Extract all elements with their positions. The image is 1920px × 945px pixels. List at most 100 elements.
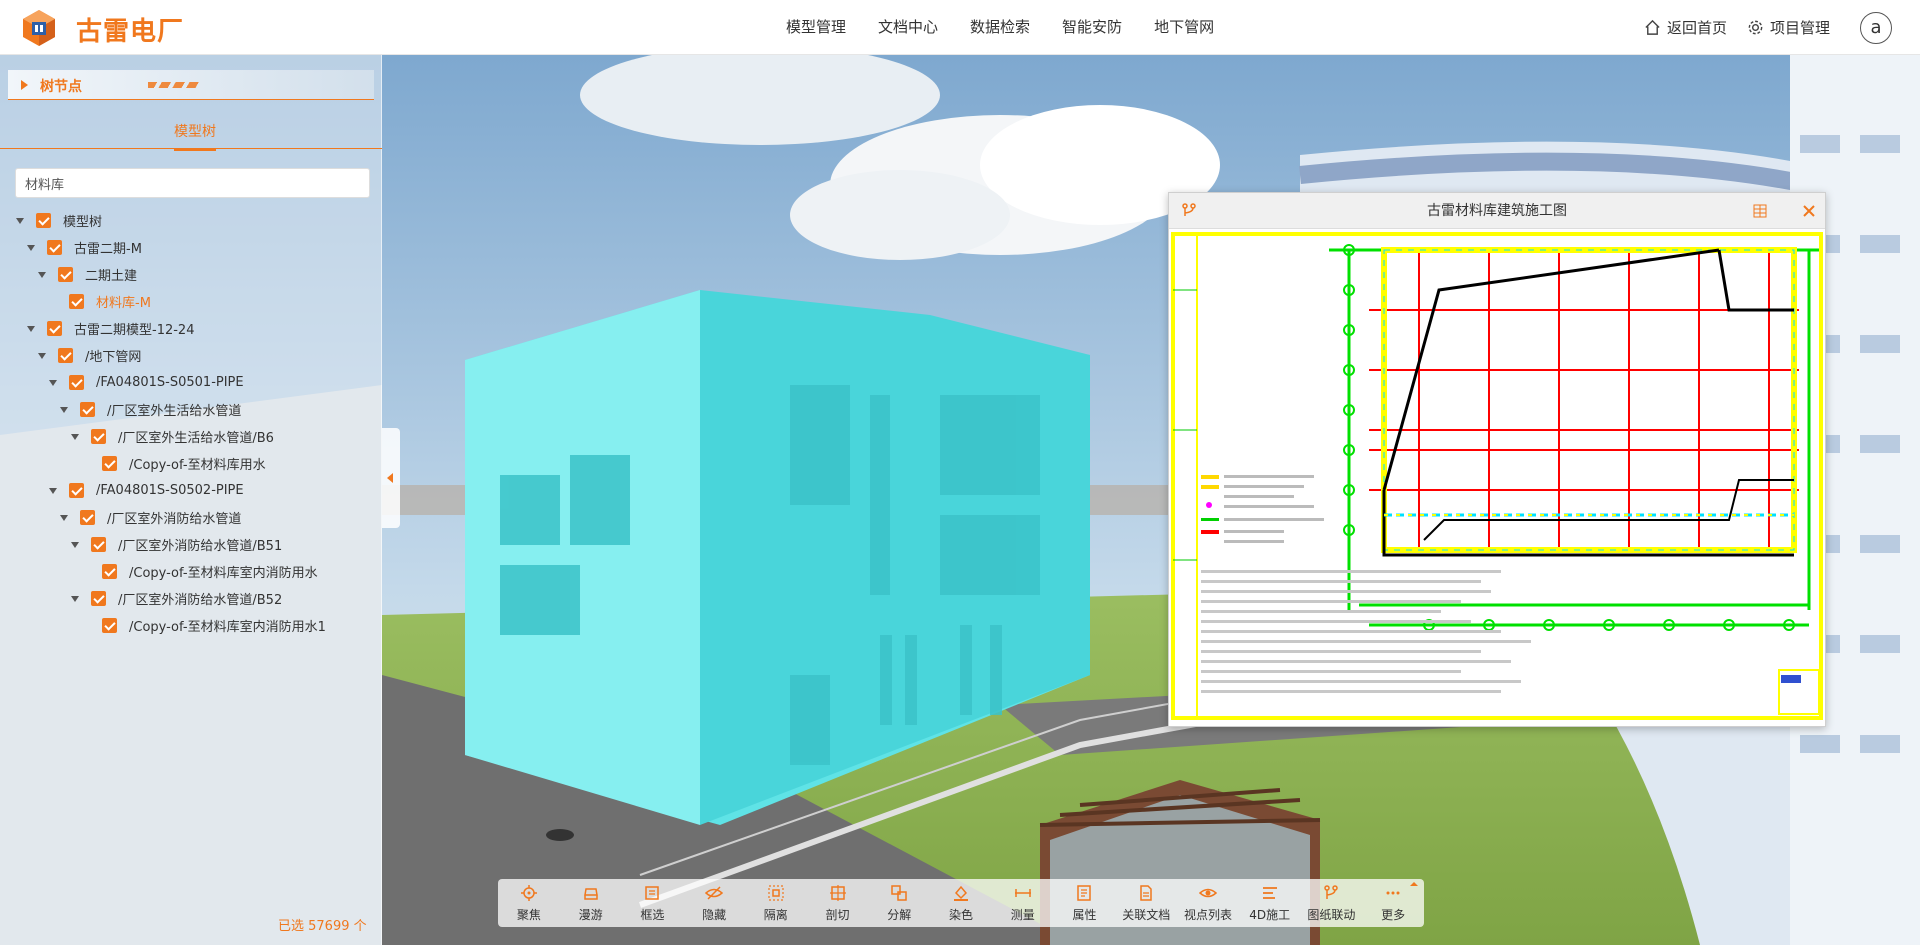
tree-item[interactable]: /FA04801S-S0501-PIPE — [49, 369, 244, 396]
tree-item[interactable]: /Copy-of-至材料库用水 — [82, 450, 266, 477]
viewpoint-list-button[interactable]: 视点列表 — [1177, 879, 1239, 927]
hide-button[interactable]: 隐藏 — [683, 879, 745, 927]
checkbox[interactable] — [69, 375, 84, 390]
tree-item[interactable]: /FA04801S-S0502-PIPE — [49, 477, 244, 504]
checkbox[interactable] — [91, 429, 106, 444]
chevron-down-icon[interactable] — [71, 595, 79, 602]
project-management-label: 项目管理 — [1769, 19, 1830, 37]
chevron-down-icon[interactable] — [49, 487, 57, 494]
drawing-link-button[interactable]: 图纸联动 — [1301, 879, 1363, 927]
tab-model-tree[interactable]: 模型树 — [174, 121, 216, 151]
app-title: 古雷电厂 — [76, 17, 185, 47]
panel-collapse-button[interactable] — [382, 428, 400, 528]
checkbox[interactable] — [36, 213, 51, 228]
tree-item[interactable]: 古雷二期模型-12-24 — [27, 315, 194, 342]
tree-item[interactable]: /厂区室外生活给水管道/B6 — [71, 423, 274, 450]
nav-underground-pipes[interactable]: 地下管网 — [1138, 0, 1230, 55]
app-logo-icon — [23, 10, 55, 46]
checkbox[interactable] — [80, 510, 95, 525]
chevron-down-icon[interactable] — [27, 244, 35, 251]
section-icon — [829, 884, 846, 901]
box-select-button[interactable]: 框选 — [621, 879, 683, 927]
chevron-down-icon[interactable] — [60, 514, 68, 521]
tree-item-label: /Copy-of-至材料库用水 — [129, 458, 266, 473]
tree-node-header[interactable]: 树节点 — [8, 70, 374, 100]
tree-item[interactable]: /地下管网 — [38, 342, 141, 369]
home-icon — [1645, 19, 1660, 35]
chevron-down-icon[interactable] — [60, 406, 68, 413]
nav-document-center[interactable]: 文档中心 — [862, 0, 954, 55]
tool-label: 隐藏 — [702, 907, 727, 922]
tree-item[interactable]: /厂区室外消防给水管道/B52 — [71, 585, 282, 612]
chevron-down-icon[interactable] — [27, 325, 35, 332]
checkbox[interactable] — [91, 537, 106, 552]
tool-label: 更多 — [1381, 907, 1406, 922]
chevron-down-icon[interactable] — [38, 352, 46, 359]
checkbox[interactable] — [47, 240, 62, 255]
roam-button[interactable]: 漫游 — [560, 879, 622, 927]
properties-button[interactable]: 属性 — [1054, 879, 1116, 927]
drawing-viewer-window[interactable]: 古雷材料库建筑施工图 — [1168, 192, 1826, 727]
checkbox[interactable] — [58, 348, 73, 363]
tree-item[interactable]: /厂区室外消防给水管道 — [60, 504, 241, 531]
explode-button[interactable]: 分解 — [868, 879, 930, 927]
tree-search-input[interactable] — [15, 168, 370, 198]
ruler-icon — [1014, 888, 1031, 897]
drawing-window-header[interactable]: 古雷材料库建筑施工图 — [1169, 193, 1825, 229]
checkbox[interactable] — [102, 564, 117, 579]
checkbox[interactable] — [69, 483, 84, 498]
tree-item-label: 模型树 — [63, 215, 103, 230]
tree-item[interactable]: 二期土建 — [38, 261, 137, 288]
4d-construction-button[interactable]: 4D施工 — [1239, 879, 1301, 927]
close-icon[interactable] — [1801, 203, 1817, 219]
isolate-button[interactable]: 隔离 — [745, 879, 807, 927]
model-tree-panel: 树节点 模型树 模型树 古雷二期-M 二期土建 材料库-M — [0, 55, 382, 945]
nav-smart-security[interactable]: 智能安防 — [1046, 0, 1138, 55]
tree-item-label: 二期土建 — [85, 269, 138, 284]
tree-item-selected[interactable]: 材料库-M — [49, 288, 151, 315]
related-docs-button[interactable]: 关联文档 — [1115, 879, 1177, 927]
focus-icon — [520, 884, 537, 901]
layout-icon[interactable] — [1753, 204, 1767, 218]
tool-label: 漫游 — [578, 907, 603, 922]
nav-model-management[interactable]: 模型管理 — [770, 0, 862, 55]
selected-count[interactable]: 已选 57699 个 — [278, 915, 367, 934]
chevron-down-icon[interactable] — [71, 433, 79, 440]
checkbox[interactable] — [69, 294, 84, 309]
top-right-actions: 返回首页 项目管理 a — [1644, 0, 1920, 55]
checkbox[interactable] — [80, 402, 95, 417]
tree-item[interactable]: /Copy-of-至材料库室内消防用水1 — [82, 612, 326, 639]
more-button[interactable]: 更多 — [1362, 879, 1424, 927]
tree-item[interactable]: /Copy-of-至材料库室内消防用水 — [82, 558, 318, 585]
tool-label: 4D施工 — [1249, 907, 1291, 922]
section-button[interactable]: 剖切 — [807, 879, 869, 927]
measure-button[interactable]: 测量 — [992, 879, 1054, 927]
tree-item[interactable]: /厂区室外生活给水管道 — [60, 396, 241, 423]
nav-data-search[interactable]: 数据检索 — [954, 0, 1046, 55]
checkbox[interactable] — [91, 591, 106, 606]
tree-item[interactable]: 模型树 — [16, 207, 102, 234]
focus-button[interactable]: 聚焦 — [498, 879, 560, 927]
chevron-down-icon[interactable] — [16, 217, 24, 224]
chevron-down-icon[interactable] — [38, 271, 46, 278]
checkbox[interactable] — [102, 618, 117, 633]
tool-label: 视点列表 — [1183, 907, 1232, 922]
checkbox[interactable] — [58, 267, 73, 282]
checkbox[interactable] — [47, 321, 62, 336]
avatar[interactable]: a — [1860, 11, 1892, 44]
chevron-up-icon[interactable] — [1410, 882, 1418, 886]
main-nav: 模型管理 文档中心 数据检索 智能安防 地下管网 — [770, 0, 1230, 55]
home-link[interactable]: 返回首页 — [1644, 17, 1727, 38]
drawing-canvas[interactable] — [1169, 230, 1825, 726]
tree-item[interactable]: /厂区室外消防给水管道/B51 — [71, 531, 282, 558]
color-button[interactable]: 染色 — [930, 879, 992, 927]
eye-off-icon — [705, 885, 724, 900]
checkbox[interactable] — [102, 456, 117, 471]
tool-label: 剖切 — [825, 907, 850, 922]
home-link-label: 返回首页 — [1666, 19, 1727, 37]
project-management-link[interactable]: 项目管理 — [1747, 17, 1830, 38]
viewpoint-icon — [1198, 888, 1217, 897]
chevron-down-icon[interactable] — [71, 541, 79, 548]
tree-item[interactable]: 古雷二期-M — [27, 234, 142, 261]
chevron-down-icon[interactable] — [49, 379, 57, 386]
